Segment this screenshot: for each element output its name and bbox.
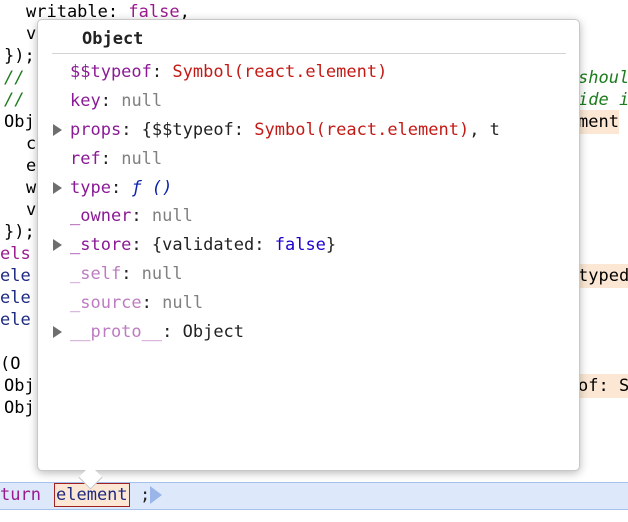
expand-triangle-icon[interactable] bbox=[53, 326, 62, 338]
property-row-key: key: null bbox=[70, 91, 163, 111]
property-row-typeof: $$typeof: Symbol(react.element) bbox=[70, 62, 388, 82]
expand-triangle-icon[interactable] bbox=[53, 239, 62, 251]
code-line: c bbox=[26, 134, 37, 154]
code-line: ele bbox=[0, 288, 31, 308]
property-row-store[interactable]: _store: {validated: false} bbox=[70, 231, 336, 259]
execution-marker-icon bbox=[150, 486, 162, 504]
code-line: Obj bbox=[4, 376, 35, 396]
property-row-owner: _owner: null bbox=[70, 206, 193, 226]
property-row-props[interactable]: props: {$$typeof: Symbol(react.element),… bbox=[70, 116, 500, 144]
object-preview-popover: Object $$typeof: Symbol(react.element) k… bbox=[37, 19, 580, 471]
code-line: Obj bbox=[4, 398, 35, 418]
return-keyword: turn bbox=[0, 485, 41, 505]
popover-title: Object bbox=[82, 29, 144, 49]
code-line: v bbox=[26, 24, 37, 44]
code-line: ele bbox=[0, 310, 31, 330]
property-row-source: _source: null bbox=[70, 293, 204, 313]
code-comment: // bbox=[4, 90, 25, 110]
property-row-proto[interactable]: __proto__: Object bbox=[70, 318, 244, 346]
code-comment: // bbox=[4, 68, 25, 88]
property-row-ref: ref: null bbox=[70, 149, 163, 169]
code-line: Obj bbox=[4, 112, 35, 132]
property-row-type[interactable]: type: ƒ () bbox=[70, 174, 172, 202]
semicolon: ; bbox=[140, 485, 151, 505]
code-line: ele bbox=[0, 266, 31, 286]
code-line: }); bbox=[4, 222, 35, 242]
code-line: (O bbox=[0, 354, 21, 374]
code-line: e bbox=[26, 156, 37, 176]
expand-triangle-icon[interactable] bbox=[53, 124, 62, 136]
code-keyword: els bbox=[0, 244, 31, 264]
code-comment: shoul bbox=[578, 68, 628, 88]
property-row-self: _self: null bbox=[70, 264, 183, 284]
expand-triangle-icon[interactable] bbox=[53, 182, 62, 194]
code-comment: ide i bbox=[578, 90, 628, 110]
code-line: }); bbox=[4, 46, 35, 66]
code-line: ment bbox=[578, 110, 619, 134]
popover-divider bbox=[52, 53, 566, 54]
code-line: w bbox=[26, 178, 37, 198]
code-line: v bbox=[26, 200, 37, 220]
code-line: typed bbox=[578, 264, 628, 288]
code-line: of: S bbox=[578, 374, 628, 398]
